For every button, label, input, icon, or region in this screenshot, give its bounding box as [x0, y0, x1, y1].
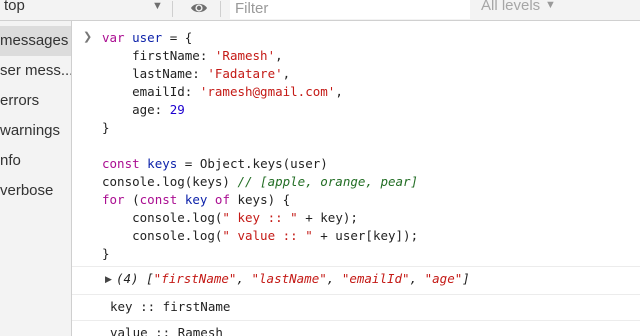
sidebar-item-label: ser mess... — [0, 62, 72, 79]
toolbar-divider — [172, 1, 173, 17]
console-toolbar: top ▼ All levels ▼ — [0, 0, 640, 21]
levels-dropdown-arrow-icon[interactable]: ▼ — [545, 0, 556, 11]
code-line-5: age: 29 — [102, 102, 185, 117]
log-message: value :: Ramesh — [110, 325, 223, 336]
sidebar-item-label: errors — [0, 92, 40, 109]
code-line-10: for (const key of keys) { — [102, 192, 291, 207]
code-line-12: console.log(" value :: " + user[key]); — [102, 228, 419, 243]
filter-input[interactable] — [230, 0, 470, 19]
code-line-11: console.log(" key :: " + key); — [102, 210, 358, 225]
sidebar-item-info[interactable]: nfo — [0, 146, 71, 176]
code-line-9: console.log(keys) // [apple, orange, pea… — [102, 174, 419, 189]
sidebar-item-verbose[interactable]: verbose — [0, 176, 71, 206]
context-selector[interactable]: top — [4, 0, 25, 14]
code-line-6: } — [102, 120, 110, 135]
expand-triangle-icon[interactable]: ▶ — [105, 274, 112, 285]
code-line-8: const keys = Object.keys(user) — [102, 156, 328, 171]
array-preview[interactable]: (4) ["firstName", "lastName", "emailId",… — [116, 271, 470, 286]
sidebar-item-errors[interactable]: errors — [0, 86, 71, 116]
sidebar-item-label: nfo — [0, 152, 21, 169]
input-prompt-chevron-icon: ❯ — [83, 31, 93, 43]
sidebar-item-label: warnings — [0, 122, 61, 139]
log-levels-dropdown[interactable]: All levels — [481, 0, 540, 14]
eye-icon[interactable] — [190, 1, 208, 15]
sidebar-item-label: messages — [0, 32, 69, 49]
log-message: key :: firstName — [110, 299, 231, 314]
console-sidebar: messages ser mess... errors warnings nfo… — [0, 21, 72, 336]
sidebar-item-label: verbose — [0, 182, 54, 199]
code-line-4: emailId: 'ramesh@gmail.com', — [102, 84, 343, 99]
code-line-13: } — [102, 246, 110, 261]
array-output-row: ▶ (4) ["firstName", "lastName", "emailId… — [72, 266, 640, 295]
sidebar-item-warnings[interactable]: warnings — [0, 116, 71, 146]
code-line-1: var user = { — [102, 30, 193, 45]
console-input-code[interactable]: var user = { firstName: 'Ramesh', lastNa… — [102, 29, 418, 263]
log-row: value :: Ramesh — [72, 320, 640, 336]
sidebar-item-user-messages[interactable]: ser mess... — [0, 56, 71, 86]
log-row: key :: firstName — [72, 294, 640, 321]
context-dropdown-arrow-icon[interactable]: ▼ — [152, 0, 163, 12]
code-line-2: firstName: 'Ramesh', — [102, 48, 283, 63]
sidebar-item-messages[interactable]: messages — [0, 26, 71, 56]
code-line-3: lastName: 'Fadatare', — [102, 66, 291, 81]
toolbar-divider — [220, 1, 221, 17]
console-panel: ❯ var user = { firstName: 'Ramesh', last… — [72, 21, 640, 336]
